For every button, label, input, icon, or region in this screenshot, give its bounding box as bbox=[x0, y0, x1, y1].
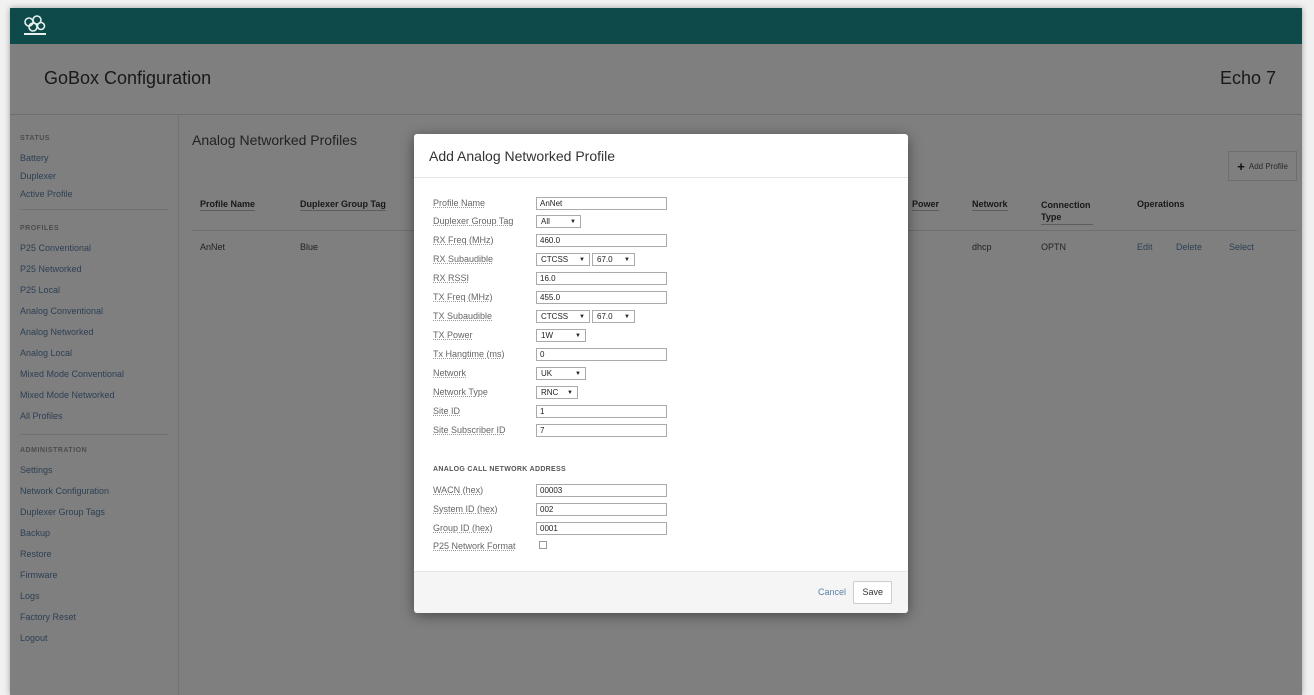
profile-name-label: Profile Name bbox=[433, 198, 486, 208]
site-id-label: Site ID bbox=[433, 406, 461, 416]
tx-subaudible-tone-select[interactable]: 67.0 ▼ bbox=[592, 310, 635, 323]
tx-hangtime-label: Tx Hangtime (ms) bbox=[433, 349, 505, 359]
dialog-title: Add Analog Networked Profile bbox=[429, 148, 615, 164]
dropdown-arrow-icon: ▼ bbox=[579, 313, 585, 320]
tx-subaudible-tone-value: 67.0 bbox=[597, 312, 613, 321]
dialog-footer: Cancel Save bbox=[414, 571, 908, 613]
network-type-value: RNC bbox=[541, 388, 559, 397]
rx-subaudible-type-select[interactable]: CTCSS ▼ bbox=[536, 253, 590, 266]
network-type-select[interactable]: RNC ▼ bbox=[536, 386, 578, 399]
tx-subaudible-label: TX Subaudible bbox=[433, 311, 493, 321]
dropdown-arrow-icon: ▼ bbox=[575, 370, 581, 377]
cancel-button[interactable]: Cancel bbox=[818, 587, 846, 597]
network-value: UK bbox=[541, 369, 553, 378]
save-button[interactable]: Save bbox=[853, 581, 892, 604]
p25-network-format-checkbox[interactable] bbox=[539, 541, 547, 549]
tx-freq-label: TX Freq (MHz) bbox=[433, 292, 493, 302]
add-profile-dialog: Add Analog Networked Profile Profile Nam… bbox=[414, 134, 908, 613]
duplexer-group-tag-value: All bbox=[541, 217, 550, 226]
group-id-input[interactable] bbox=[536, 522, 667, 535]
dropdown-arrow-icon: ▼ bbox=[624, 256, 630, 263]
rx-subaudible-label: RX Subaudible bbox=[433, 254, 494, 264]
p25-network-format-label: P25 Network Format bbox=[433, 541, 516, 551]
system-id-label: System ID (hex) bbox=[433, 504, 498, 514]
tx-hangtime-input[interactable] bbox=[536, 348, 667, 361]
tx-power-value: 1W bbox=[541, 331, 553, 340]
tx-power-label: TX Power bbox=[433, 330, 473, 340]
rx-freq-label: RX Freq (MHz) bbox=[433, 235, 494, 245]
wacn-label: WACN (hex) bbox=[433, 485, 484, 495]
system-id-input[interactable] bbox=[536, 503, 667, 516]
tx-subaudible-type-value: CTCSS bbox=[541, 312, 569, 321]
network-type-label: Network Type bbox=[433, 387, 488, 397]
dropdown-arrow-icon: ▼ bbox=[567, 389, 573, 396]
rx-subaudible-tone-select[interactable]: 67.0 ▼ bbox=[592, 253, 635, 266]
site-subscriber-id-input[interactable] bbox=[536, 424, 667, 437]
rx-subaudible-tone-value: 67.0 bbox=[597, 255, 613, 264]
dropdown-arrow-icon: ▼ bbox=[579, 256, 585, 263]
network-address-heading: ANALOG CALL NETWORK ADDRESS bbox=[433, 466, 566, 473]
site-subscriber-id-label: Site Subscriber ID bbox=[433, 425, 506, 435]
rx-subaudible-type-value: CTCSS bbox=[541, 255, 569, 264]
tx-freq-input[interactable] bbox=[536, 291, 667, 304]
duplexer-group-tag-select[interactable]: All ▼ bbox=[536, 215, 581, 228]
network-label: Network bbox=[433, 368, 467, 378]
profile-name-input[interactable] bbox=[536, 197, 667, 210]
dropdown-arrow-icon: ▼ bbox=[570, 218, 576, 225]
app-window: GoBox Configuration Echo 7 STATUS Batter… bbox=[10, 8, 1302, 695]
rx-rssi-label: RX RSSI bbox=[433, 273, 470, 283]
site-id-input[interactable] bbox=[536, 405, 667, 418]
wacn-input[interactable] bbox=[536, 484, 667, 497]
rx-freq-input[interactable] bbox=[536, 234, 667, 247]
top-bar bbox=[10, 8, 1302, 44]
network-select[interactable]: UK ▼ bbox=[536, 367, 586, 380]
dropdown-arrow-icon: ▼ bbox=[624, 313, 630, 320]
group-id-label: Group ID (hex) bbox=[433, 523, 493, 533]
dialog-header: Add Analog Networked Profile bbox=[414, 134, 908, 178]
rx-rssi-input[interactable] bbox=[536, 272, 667, 285]
dropdown-arrow-icon: ▼ bbox=[575, 332, 581, 339]
duplexer-group-tag-label: Duplexer Group Tag bbox=[433, 216, 514, 226]
tx-power-select[interactable]: 1W ▼ bbox=[536, 329, 586, 342]
tx-subaudible-type-select[interactable]: CTCSS ▼ bbox=[536, 310, 590, 323]
cloud-nodes-icon[interactable] bbox=[20, 14, 50, 38]
